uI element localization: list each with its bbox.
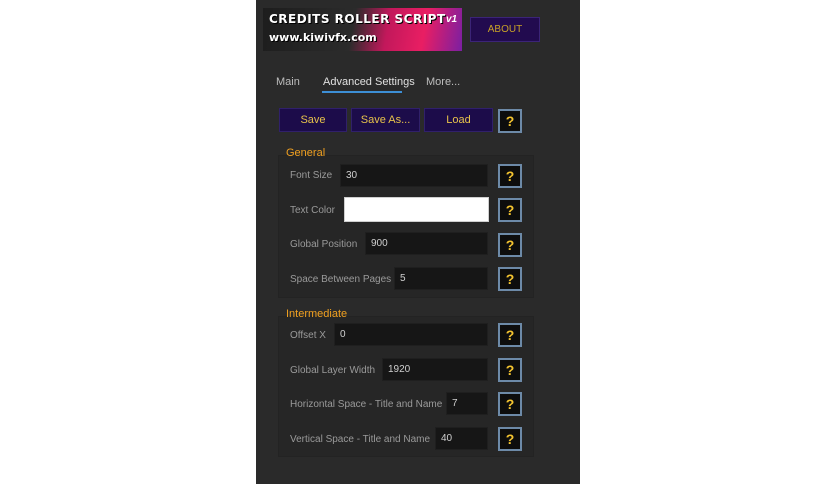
horizontal-space-input[interactable]: 7 [446,392,488,415]
banner-title: CREDITS ROLLER SCRIPT [269,12,446,26]
banner-url: www.kiwivfx.com [269,31,377,44]
vertical-space-help-button[interactable]: ? [498,427,522,451]
font-size-help-button[interactable]: ? [498,164,522,188]
global-position-help-button[interactable]: ? [498,233,522,257]
logo-banner: CREDITS ROLLER SCRIPT v1 www.kiwivfx.com [263,8,462,51]
save-as-button[interactable]: Save As... [351,108,420,132]
text-color-label: Text Color [290,205,336,216]
global-layer-width-input[interactable]: 1920 [382,358,488,381]
font-size-input[interactable]: 30 [340,164,488,187]
space-between-pages-label: Space Between Pages [290,274,392,285]
tab-more[interactable]: More... [426,76,460,88]
horizontal-space-label: Horizontal Space - Title and Name [290,399,443,410]
global-position-label: Global Position [290,239,358,250]
tab-advanced-settings[interactable]: Advanced Settings [323,76,415,88]
about-button[interactable]: ABOUT [470,17,540,42]
global-position-input[interactable]: 900 [365,232,488,255]
tab-main[interactable]: Main [276,76,300,88]
save-button[interactable]: Save [279,108,347,132]
space-between-pages-input[interactable]: 5 [394,267,488,290]
offset-x-label: Offset X [290,330,326,341]
load-button[interactable]: Load [424,108,493,132]
offset-x-help-button[interactable]: ? [498,323,522,347]
space-between-pages-help-button[interactable]: ? [498,267,522,291]
banner-version: v1 [446,14,458,25]
toolbar-help-button[interactable]: ? [498,109,522,133]
offset-x-input[interactable]: 0 [334,323,488,346]
intermediate-section-title: Intermediate [286,308,348,320]
horizontal-space-help-button[interactable]: ? [498,392,522,416]
vertical-space-input[interactable]: 40 [435,427,488,450]
font-size-label: Font Size [290,170,333,181]
global-layer-width-label: Global Layer Width [290,365,376,376]
active-tab-indicator [322,91,402,93]
general-section-title: General [286,147,326,159]
vertical-space-label: Vertical Space - Title and Name [290,434,431,445]
text-color-swatch[interactable] [344,197,489,222]
global-layer-width-help-button[interactable]: ? [498,358,522,382]
text-color-help-button[interactable]: ? [498,198,522,222]
